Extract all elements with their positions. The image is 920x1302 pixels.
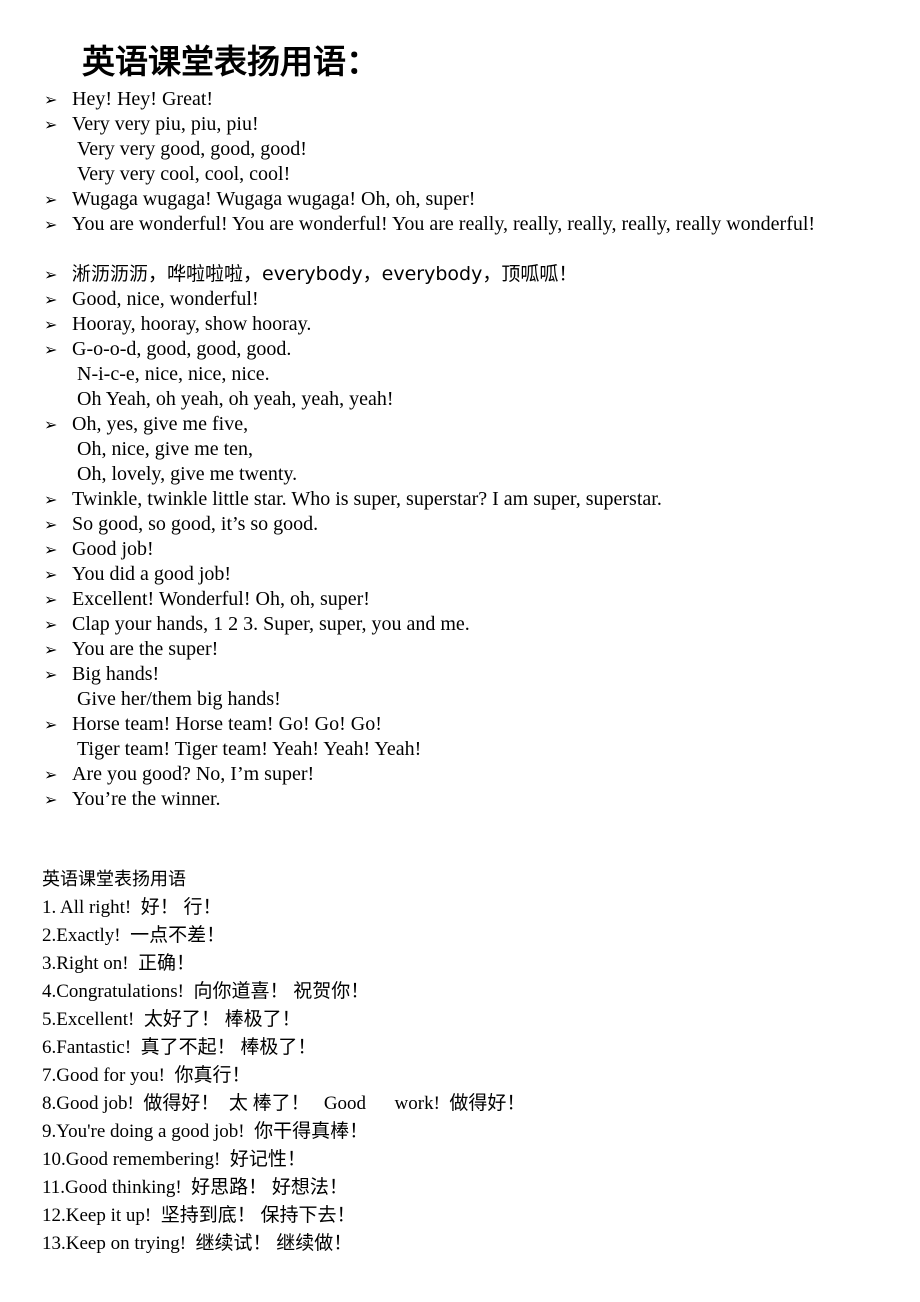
praise-phrases-bullet-list: ➢ Hey! Hey! Great! ➢ Very very piu, piu, pi…	[44, 87, 878, 812]
list-item-text: Big hands!	[72, 663, 160, 685]
arrowhead-bullet-icon: ➢	[44, 265, 58, 284]
arrowhead-bullet-icon: ➢	[44, 790, 58, 809]
list-item-text: Clap your hands, 1 2 3. Super, super, yo…	[72, 613, 470, 635]
list-item-continuation-text: Tiger team! Tiger team! Yeah! Yeah! Yeah…	[77, 738, 422, 760]
list-item: ➢ Very very piu, piu, piu! Very very good,…	[44, 112, 878, 187]
list-item-text: You are the super!	[72, 638, 219, 660]
numbered-list-item: 7.Good for you! 你真行！	[42, 1065, 251, 1086]
arrowhead-bullet-icon: ➢	[44, 90, 58, 109]
numbered-list-item: 8.Good job! 做得好！ 太 棒了！ Good work! 做得好！	[42, 1093, 526, 1114]
numbered-list-item: 12.Keep it up! 坚持到底！ 保持下去！	[42, 1205, 356, 1226]
list-item-text: Good, nice, wonderful!	[72, 288, 259, 310]
arrowhead-bullet-icon: ➢	[44, 290, 58, 309]
list-item-text: Twinkle, twinkle little star. Who is sup…	[72, 488, 662, 510]
list-item-continuation-text: Oh Yeah, oh yeah, oh yeah, yeah, yeah!	[77, 388, 394, 410]
page-title: 英语课堂表扬用语：	[82, 42, 379, 81]
list-item: ➢ Good, nice, wonderful!	[44, 287, 878, 312]
list-item: ➢ So good, so good, it’s so good.	[44, 512, 878, 537]
list-item-text: You’re the winner.	[72, 788, 221, 810]
arrowhead-bullet-icon: ➢	[44, 415, 58, 434]
arrowhead-bullet-icon: ➢	[44, 340, 58, 359]
arrowhead-bullet-icon: ➢	[44, 590, 58, 609]
list-item-text: So good, so good, it’s so good.	[72, 513, 319, 535]
numbered-list-item: 3.Right on! 正确！	[42, 953, 196, 974]
list-item: ➢ Hey! Hey! Great!	[44, 87, 878, 112]
arrowhead-bullet-icon: ➢	[44, 115, 58, 134]
list-item-continuation-text: Oh, nice, give me ten,	[77, 438, 254, 460]
arrowhead-bullet-icon: ➢	[44, 515, 58, 534]
numbered-list-item: 10.Good remembering! 好记性！	[42, 1149, 306, 1170]
numbered-list-item: 2.Exactly! 一点不差！	[42, 925, 226, 946]
list-item-text: Wugaga wugaga! Wugaga wugaga! Oh, oh, su…	[72, 188, 476, 210]
list-item: ➢ You are the super!	[44, 637, 878, 662]
list-item: ➢ Good job!	[44, 537, 878, 562]
list-item-continuation-text: Oh, lovely, give me twenty.	[77, 463, 298, 485]
arrowhead-bullet-icon: ➢	[44, 665, 58, 684]
list-item: ➢ Twinkle, twinkle little star. Who is su…	[44, 487, 878, 512]
list-item-text: Hooray, hooray, show hooray.	[72, 313, 312, 335]
document-page: 英语课堂表扬用语： ➢ Hey! Hey! Great! ➢ Very very pi…	[0, 0, 920, 1302]
list-item: ➢ Wugaga wugaga! Wugaga wugaga! Oh, oh, s…	[44, 187, 878, 212]
list-item: ➢ Clap your hands, 1 2 3. Super, super, y…	[44, 612, 878, 637]
arrowhead-bullet-icon: ➢	[44, 640, 58, 659]
list-item: ➢ You’re the winner.	[44, 787, 878, 812]
list-item: ➢ 淅沥沥沥，哗啦啦啦，everybody，everybody，顶呱呱！	[44, 262, 878, 287]
list-item-text: Oh, yes, give me five,	[72, 413, 249, 435]
list-item-text: G-o-o-d, good, good, good.	[72, 338, 292, 360]
list-item-text: Excellent! Wonderful! Oh, oh, super!	[72, 588, 370, 610]
arrowhead-bullet-icon: ➢	[44, 765, 58, 784]
list-item-text: Good job!	[72, 538, 154, 560]
list-item-continuation-text: Very very cool, cool, cool!	[77, 163, 291, 185]
numbered-list-item: 13.Keep on trying! 继续试！ 继续做！	[42, 1233, 353, 1254]
praise-phrases-numbered-list: 英语课堂表扬用语 1. All right! 好！ 行！ 2.Exactly! 一…	[42, 866, 742, 1258]
list-item: ➢ Excellent! Wonderful! Oh, oh, super!	[44, 587, 878, 612]
list-item-text: You did a good job!	[72, 563, 232, 585]
list-item: ➢ G-o-o-d, good, good, good. N-i-c-e, nice…	[44, 337, 878, 412]
numbered-list-item: 9.You're doing a good job! 你干得真棒！	[42, 1121, 369, 1142]
arrowhead-bullet-icon: ➢	[44, 565, 58, 584]
list-item-continuation-text: N-i-c-e, nice, nice, nice.	[77, 363, 270, 385]
arrowhead-bullet-icon: ➢	[44, 215, 58, 234]
list-item-text: Very very piu, piu, piu!	[72, 113, 259, 135]
list-item: ➢ Oh, yes, give me five, Oh, nice, give me…	[44, 412, 878, 487]
arrowhead-bullet-icon: ➢	[44, 615, 58, 634]
arrowhead-bullet-icon: ➢	[44, 540, 58, 559]
arrowhead-bullet-icon: ➢	[44, 315, 58, 334]
list-item: ➢ Are you good? No, I’m super!	[44, 762, 878, 787]
numbered-list-item: 5.Excellent! 太好了！ 棒极了！	[42, 1009, 301, 1030]
arrowhead-bullet-icon: ➢	[44, 490, 58, 509]
list-item: ➢ You did a good job!	[44, 562, 878, 587]
list-item-text: Horse team! Horse team! Go! Go! Go!	[72, 713, 382, 735]
numbered-list-item: 11.Good thinking! 好思路！ 好想法！	[42, 1177, 348, 1198]
list-item: ➢ You are wonderful! You are wonderful! Y…	[44, 212, 878, 262]
list-item: ➢ Big hands! Give her/them big hands!	[44, 662, 878, 712]
numbered-list-item: 6.Fantastic! 真了不起！ 棒极了！	[42, 1037, 317, 1058]
list-item-text: You are wonderful! You are wonderful! Yo…	[72, 213, 816, 235]
numbered-list-item: 1. All right! 好！ 行！	[42, 897, 222, 918]
arrowhead-bullet-icon: ➢	[44, 715, 58, 734]
list-item-text: Hey! Hey! Great!	[72, 88, 214, 110]
list-item: ➢ Horse team! Horse team! Go! Go! Go! Tige…	[44, 712, 878, 762]
list-item: ➢ Hooray, hooray, show hooray.	[44, 312, 878, 337]
list-item-continuation-text: Very very good, good, good!	[77, 138, 307, 160]
numbered-section-heading: 英语课堂表扬用语	[42, 869, 186, 890]
numbered-list-item: 4.Congratulations! 向你道喜！ 祝贺你！	[42, 981, 370, 1002]
list-item-text: 淅沥沥沥，哗啦啦啦，everybody，everybody，顶呱呱！	[72, 263, 578, 285]
list-item-text: Are you good? No, I’m super!	[72, 763, 315, 785]
arrowhead-bullet-icon: ➢	[44, 190, 58, 209]
list-item-continuation-text: Give her/them big hands!	[77, 688, 281, 710]
